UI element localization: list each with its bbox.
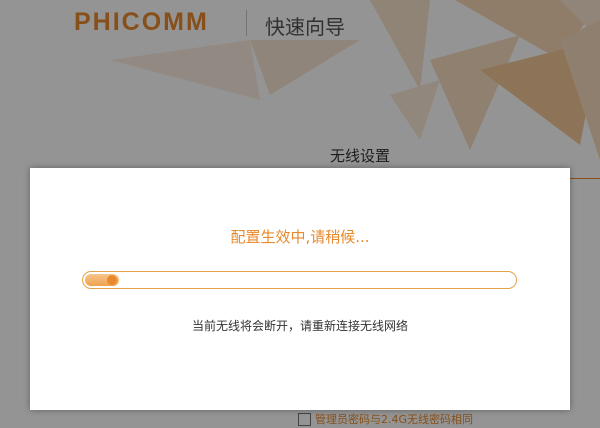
progress-dialog: 配置生效中,请稍候... 当前无线将会断开，请重新连接无线网络 <box>30 168 570 410</box>
dialog-status-text: 配置生效中,请稍候... <box>230 228 370 246</box>
progress-indicator <box>107 275 117 285</box>
progress-bar <box>82 271 517 289</box>
dialog-note-text: 当前无线将会断开，请重新连接无线网络 <box>191 319 408 333</box>
